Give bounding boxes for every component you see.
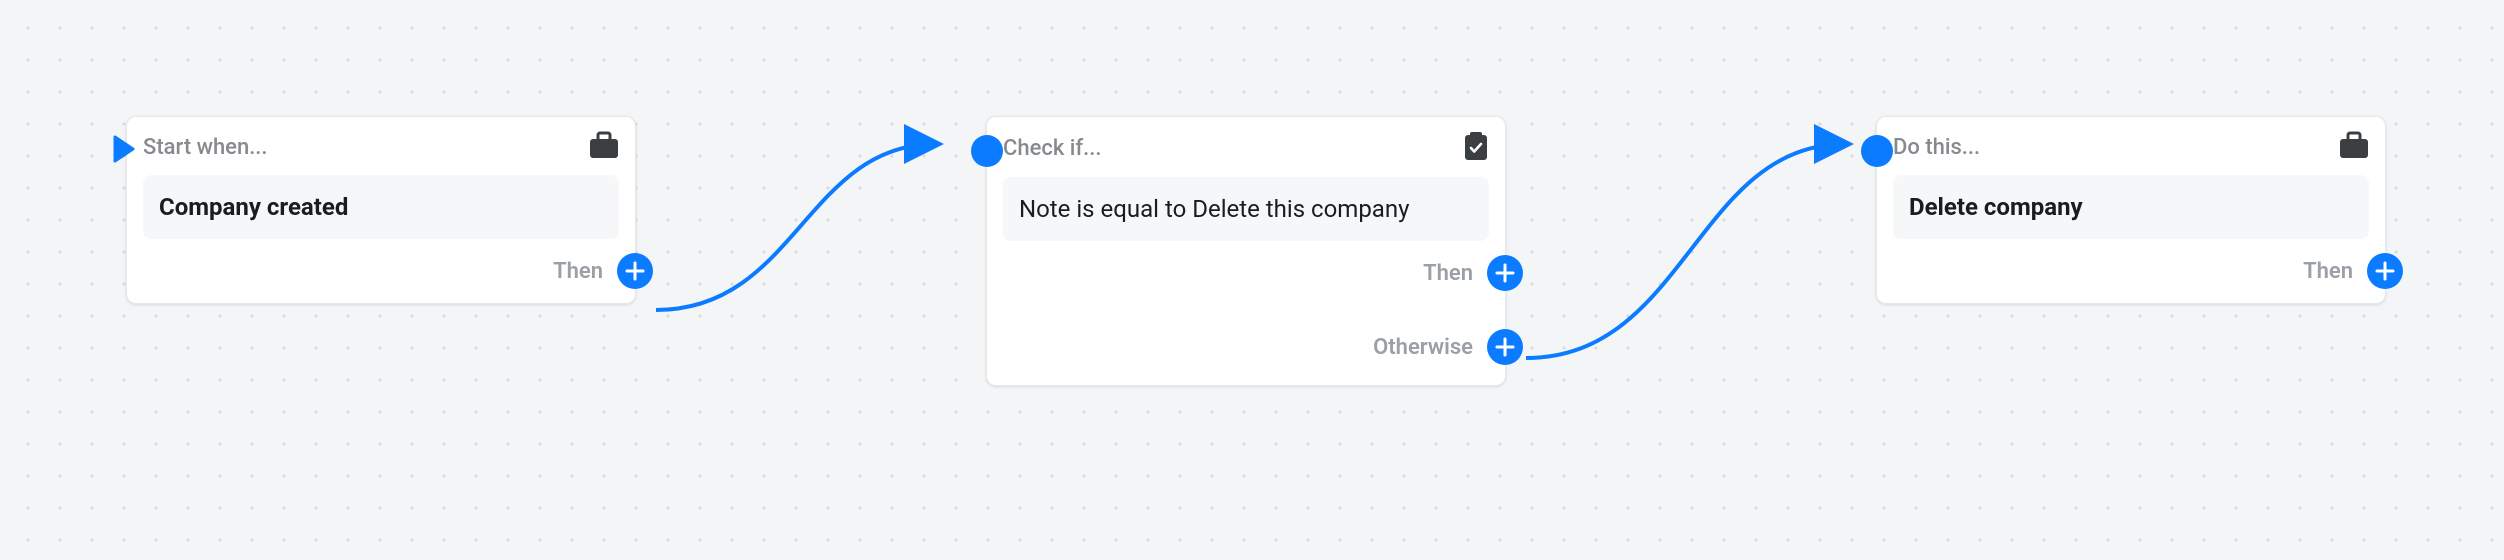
branch-label: Then: [1423, 261, 1473, 286]
play-icon: [113, 135, 135, 167]
add-step-button[interactable]: [1487, 255, 1523, 291]
add-step-button[interactable]: [1487, 329, 1523, 365]
node-body: Note is equal to Delete this company: [1003, 177, 1489, 241]
branch-label: Then: [2303, 259, 2353, 284]
node-caption: Start when...: [143, 135, 268, 160]
then-branch: Then: [2303, 253, 2403, 289]
branch-label: Otherwise: [1373, 335, 1473, 360]
node-caption: Check if...: [1003, 136, 1102, 161]
add-step-button[interactable]: [617, 253, 653, 289]
workflow-node-action[interactable]: Do this... Delete company Then: [1876, 116, 2386, 304]
connector-condition-to-action: [1526, 120, 1866, 380]
workflow-node-condition[interactable]: Check if... Note is equal to Delete this…: [986, 116, 1506, 386]
branch-label: Then: [553, 259, 603, 284]
briefcase-icon: [2339, 131, 2369, 163]
node-entry-dot: [1861, 135, 1893, 167]
node-title: Delete company: [1893, 175, 2369, 239]
add-step-button[interactable]: [2367, 253, 2403, 289]
otherwise-branch: Otherwise: [1373, 329, 1523, 365]
workflow-canvas[interactable]: Start when... Company created Then: [0, 0, 2504, 560]
briefcase-icon: [589, 131, 619, 163]
clipboard-check-icon: [1463, 131, 1489, 165]
then-branch: Then: [553, 253, 653, 289]
node-title: Company created: [143, 175, 619, 239]
workflow-node-start[interactable]: Start when... Company created Then: [126, 116, 636, 304]
node-entry-dot: [971, 135, 1003, 167]
then-branch: Then: [1423, 255, 1523, 291]
node-caption: Do this...: [1893, 135, 1980, 160]
connector-start-to-condition: [656, 120, 956, 330]
